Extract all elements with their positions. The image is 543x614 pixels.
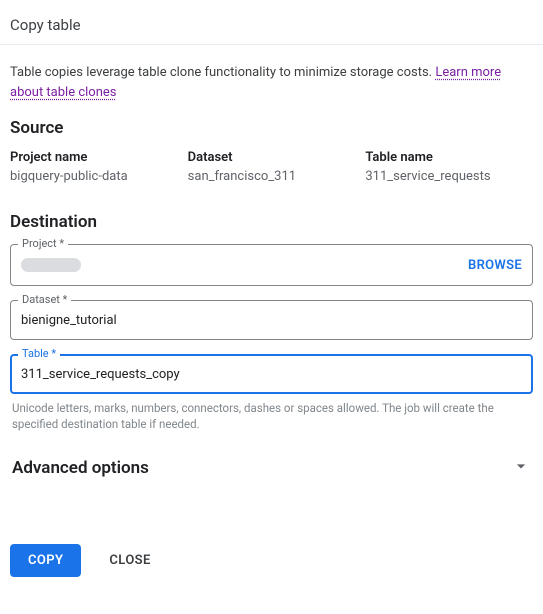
project-value-redacted: [21, 258, 81, 272]
project-field[interactable]: BROWSE: [10, 244, 533, 286]
advanced-options-label: Advanced options: [12, 458, 149, 478]
source-project-value: bigquery-public-data: [10, 169, 178, 184]
advanced-options-toggle[interactable]: Advanced options: [10, 452, 533, 484]
source-heading: Source: [10, 118, 533, 138]
table-field-wrap: Table * Unicode letters, marks, numbers,…: [10, 354, 533, 432]
divider: [0, 44, 543, 45]
source-dataset-value: san_francisco_311: [188, 169, 356, 184]
chevron-down-icon: [511, 456, 531, 480]
dialog-title: Copy table: [10, 10, 533, 44]
dataset-input[interactable]: [21, 313, 522, 328]
browse-button[interactable]: BROWSE: [468, 258, 522, 273]
table-field[interactable]: [10, 354, 533, 394]
source-table-label: Table name: [365, 150, 533, 165]
info-body: Table copies leverage table clone functi…: [10, 65, 435, 80]
close-button[interactable]: CLOSE: [91, 544, 168, 577]
table-input[interactable]: [21, 367, 522, 382]
dataset-field[interactable]: [10, 300, 533, 340]
source-project-label: Project name: [10, 150, 178, 165]
table-field-label: Table *: [18, 347, 60, 360]
copy-button[interactable]: COPY: [10, 544, 81, 577]
dataset-field-wrap: Dataset *: [10, 300, 533, 340]
destination-heading: Destination: [10, 212, 533, 232]
table-helper-text: Unicode letters, marks, numbers, connect…: [10, 400, 533, 432]
source-table-value: 311_service_requests: [365, 169, 533, 184]
project-field-wrap: Project * BROWSE: [10, 244, 533, 286]
info-text: Table copies leverage table clone functi…: [10, 63, 533, 102]
source-grid: Project name bigquery-public-data Datase…: [10, 150, 533, 184]
project-field-label: Project *: [18, 237, 68, 250]
dialog-actions: COPY CLOSE: [0, 532, 543, 589]
source-dataset-label: Dataset: [188, 150, 356, 165]
dataset-field-label: Dataset *: [18, 293, 71, 306]
